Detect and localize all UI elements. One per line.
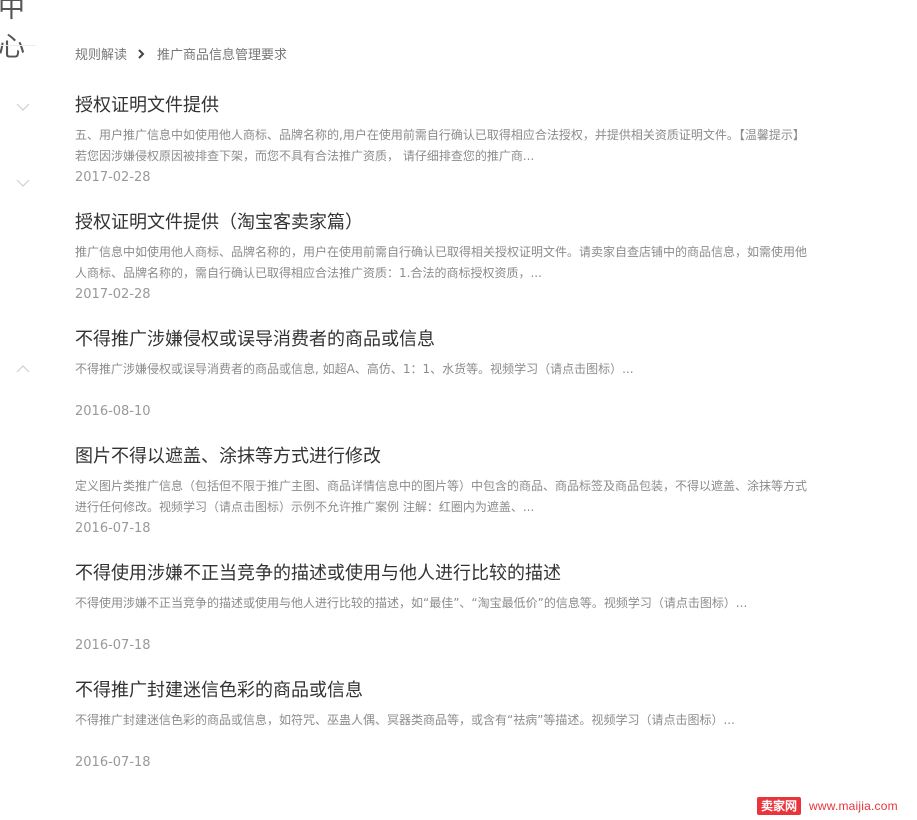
list-item: 不得推广封建迷信色彩的商品或信息 不得推广封建迷信色彩的商品或信息，如符咒、巫蛊… [75, 677, 815, 794]
breadcrumb-link-parent[interactable]: 规则解读 [75, 44, 127, 63]
article-title-link[interactable]: 不得推广封建迷信色彩的商品或信息 [75, 677, 815, 704]
watermark-logo: 卖家网 www.maijia.com [757, 797, 898, 815]
article-date: 2016-07-18 [75, 521, 151, 536]
article-date: 2016-07-18 [75, 638, 151, 653]
article-date: 2017-02-28 [75, 170, 151, 185]
list-item: 授权证明文件提供 五、用户推广信息中如使用他人商标、品牌名称的,用户在使用前需自… [75, 92, 815, 209]
article-title-link[interactable]: 图片不得以遮盖、涂抹等方式进行修改 [75, 443, 815, 470]
breadcrumb: 规则解读 推广商品信息管理要求 [75, 44, 287, 63]
article-date: 2017-02-28 [75, 287, 151, 302]
chevron-down-icon[interactable] [16, 103, 30, 113]
article-summary: 定义图片类推广信息（包括但不限于推广主图、商品详情信息中的图片等）中包含的商品、… [75, 479, 808, 514]
sidebar-divider [0, 45, 36, 46]
watermark-badge: 卖家网 [757, 797, 802, 815]
article-summary: 不得使用涉嫌不正当竞争的描述或使用与他人进行比较的描述，如“最佳”、“淘宝最低价… [75, 596, 748, 610]
article-summary: 不得推广涉嫌侵权或误导消费者的商品或信息, 如超A、高仿、1：1、水货等。视频学… [75, 362, 634, 376]
article-title-link[interactable]: 不得推广涉嫌侵权或误导消费者的商品或信息 [75, 326, 815, 353]
sidebar-title: 中心 [0, 0, 26, 63]
chevron-right-icon [137, 48, 145, 59]
article-summary: 五、用户推广信息中如使用他人商标、品牌名称的,用户在使用前需自行确认已取得相应合… [75, 128, 805, 163]
article-title-link[interactable]: 授权证明文件提供 [75, 92, 815, 119]
article-summary: 推广信息中如使用他人商标、品牌名称的，用户在使用前需自行确认已取得相关授权证明文… [75, 245, 808, 280]
list-item: 不得推广涉嫌侵权或误导消费者的商品或信息 不得推广涉嫌侵权或误导消费者的商品或信… [75, 326, 815, 443]
chevron-up-icon[interactable] [16, 364, 30, 374]
chevron-down-icon[interactable] [16, 179, 30, 189]
list-item: 授权证明文件提供（淘宝客卖家篇） 推广信息中如使用他人商标、品牌名称的，用户在使… [75, 209, 815, 326]
list-item: 不得使用涉嫌不正当竞争的描述或使用与他人进行比较的描述 不得使用涉嫌不正当竞争的… [75, 560, 815, 677]
list-item: 图片不得以遮盖、涂抹等方式进行修改 定义图片类推广信息（包括但不限于推广主图、商… [75, 443, 815, 560]
article-title-link[interactable]: 不得使用涉嫌不正当竞争的描述或使用与他人进行比较的描述 [75, 560, 815, 587]
article-date: 2016-08-10 [75, 404, 151, 419]
watermark-url: www.maijia.com [809, 799, 898, 813]
article-date: 2016-07-18 [75, 755, 151, 770]
article-summary: 不得推广封建迷信色彩的商品或信息，如符咒、巫蛊人偶、冥器类商品等，或含有“祛病”… [75, 713, 735, 727]
sidebar: 中心 [0, 0, 40, 820]
article-list: 授权证明文件提供 五、用户推广信息中如使用他人商标、品牌名称的,用户在使用前需自… [75, 92, 815, 794]
article-title-link[interactable]: 授权证明文件提供（淘宝客卖家篇） [75, 209, 815, 236]
breadcrumb-current: 推广商品信息管理要求 [157, 48, 288, 63]
